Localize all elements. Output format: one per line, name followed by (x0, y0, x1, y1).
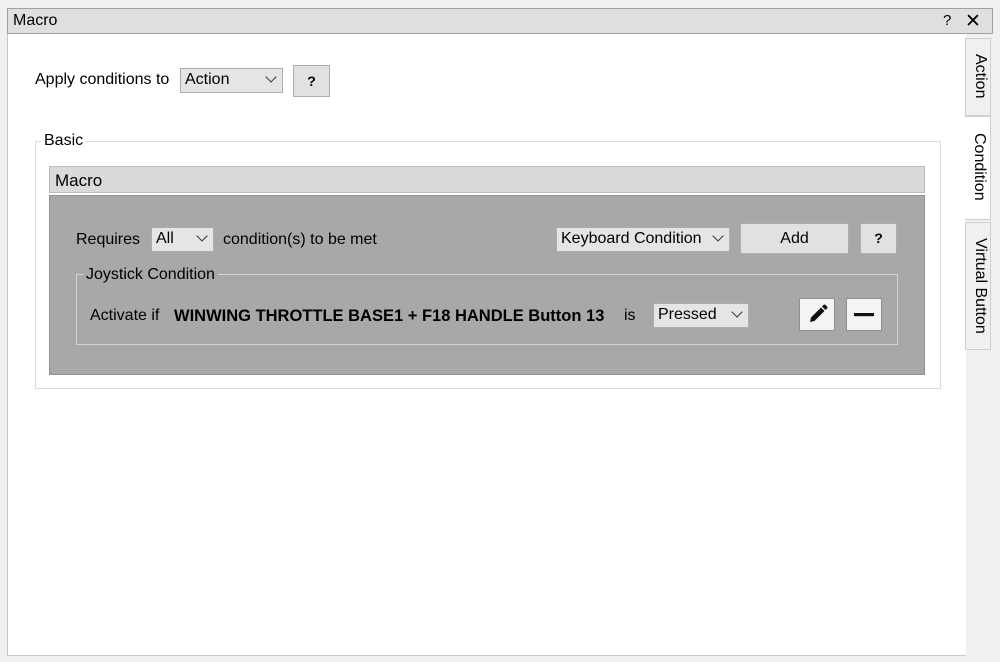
button-state-value: Pressed (658, 306, 717, 323)
apply-conditions-label: Apply conditions to (35, 71, 170, 88)
minus-icon (854, 313, 874, 317)
macro-header-label: Macro (55, 171, 103, 190)
pencil-icon (810, 304, 828, 322)
apply-help-button[interactable]: ? (293, 65, 330, 97)
button-state-select[interactable]: Pressed (653, 303, 749, 328)
chevron-down-icon (731, 306, 743, 318)
tab-condition-label: Condition (971, 133, 988, 201)
condition-type-value: Keyboard Condition (561, 230, 702, 247)
tab-condition[interactable]: Condition (965, 116, 991, 220)
tab-action-label: Action (972, 54, 989, 99)
requires-label: Requires (76, 231, 141, 248)
tab-virtual-button-label: Virtual Button (972, 238, 989, 334)
macro-panel: Requires All condition(s) to be met Keyb… (49, 195, 925, 375)
activate-if-label: Activate if (90, 307, 160, 324)
apply-target-select[interactable]: Action (180, 68, 283, 93)
chevron-down-icon (196, 230, 208, 242)
apply-target-value: Action (185, 71, 230, 88)
edit-condition-button[interactable] (799, 298, 835, 331)
requires-select[interactable]: All (151, 227, 214, 252)
window-title: Macro (13, 12, 58, 29)
requires-suffix: condition(s) to be met (223, 231, 377, 248)
title-bar: Macro ? ✕ (7, 8, 993, 34)
requires-value: All (156, 230, 174, 247)
close-button[interactable]: ✕ (965, 10, 981, 33)
chevron-down-icon (265, 71, 277, 83)
condition-help-button[interactable]: ? (860, 223, 897, 254)
condition-type-select[interactable]: Keyboard Condition (556, 227, 730, 252)
chevron-down-icon (712, 230, 724, 242)
macro-header: Macro (49, 166, 925, 193)
tab-action[interactable]: Action (965, 38, 991, 116)
joystick-input-name: WINWING THROTTLE BASE1 + F18 HANDLE Butt… (174, 307, 605, 325)
tab-virtual-button[interactable]: Virtual Button (965, 222, 991, 350)
basic-group-title: Basic (41, 132, 87, 150)
main-panel: Apply conditions to Action ? Basic Macro… (7, 34, 966, 656)
add-condition-button[interactable]: Add (740, 223, 849, 254)
help-button[interactable]: ? (943, 12, 951, 29)
is-label: is (624, 307, 636, 324)
remove-condition-button[interactable] (846, 298, 882, 331)
joystick-condition-title: Joystick Condition (83, 266, 218, 284)
